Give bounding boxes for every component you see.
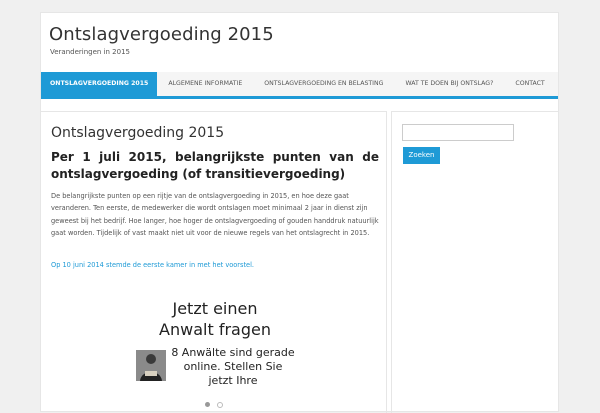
sidebar: Zoeken [391, 111, 558, 413]
ad-headline[interactable]: Jetzt einen Anwalt fragen [145, 298, 285, 340]
search-button[interactable]: Zoeken [403, 147, 440, 164]
carousel-dot[interactable] [217, 402, 223, 408]
page-container: Ontslagvergoeding 2015 Veranderingen in … [40, 12, 559, 413]
carousel-dot-active[interactable] [205, 402, 210, 407]
article-body: De belangrijkste punten op een rijtje va… [51, 192, 379, 237]
ad-text[interactable]: 8 Anwälte sind gerade online. Stellen Si… [171, 346, 295, 388]
search-input[interactable] [402, 124, 514, 141]
site-description: Veranderingen in 2015 [50, 48, 130, 56]
nav-item-ontslagvergoeding-en-belasting[interactable]: ONTSLAGVERGOEDING EN BELASTING [253, 72, 394, 96]
article-title: Ontslagvergoeding 2015 [51, 125, 225, 141]
article-subtitle: Per 1 juli 2015, belangrijkste punten va… [51, 150, 379, 181]
article-link[interactable]: Op 10 juni 2014 stemde de eerste kamer i… [51, 261, 254, 269]
ad-carousel-dots [205, 402, 223, 408]
nav-item-contact[interactable]: CONTACT [504, 72, 555, 96]
nav-item-wat-te-doen-bij-ontslag[interactable]: WAT TE DOEN BIJ ONTSLAG? [394, 72, 504, 96]
nav-item-ontslagvergoeding-2015[interactable]: ONTSLAGVERGOEDING 2015 [41, 72, 158, 96]
site-title[interactable]: Ontslagvergoeding 2015 [49, 24, 274, 45]
main-navigation: ONTSLAGVERGOEDING 2015 ALGEMENE INFORMAT… [41, 72, 558, 99]
ad-lawyer-image[interactable] [136, 350, 166, 381]
lawyer-photo-icon [136, 350, 166, 381]
main-content: Ontslagvergoeding 2015 Per 1 juli 2015, … [41, 111, 387, 413]
nav-item-algemene-informatie[interactable]: ALGEMENE INFORMATIE [157, 72, 253, 96]
